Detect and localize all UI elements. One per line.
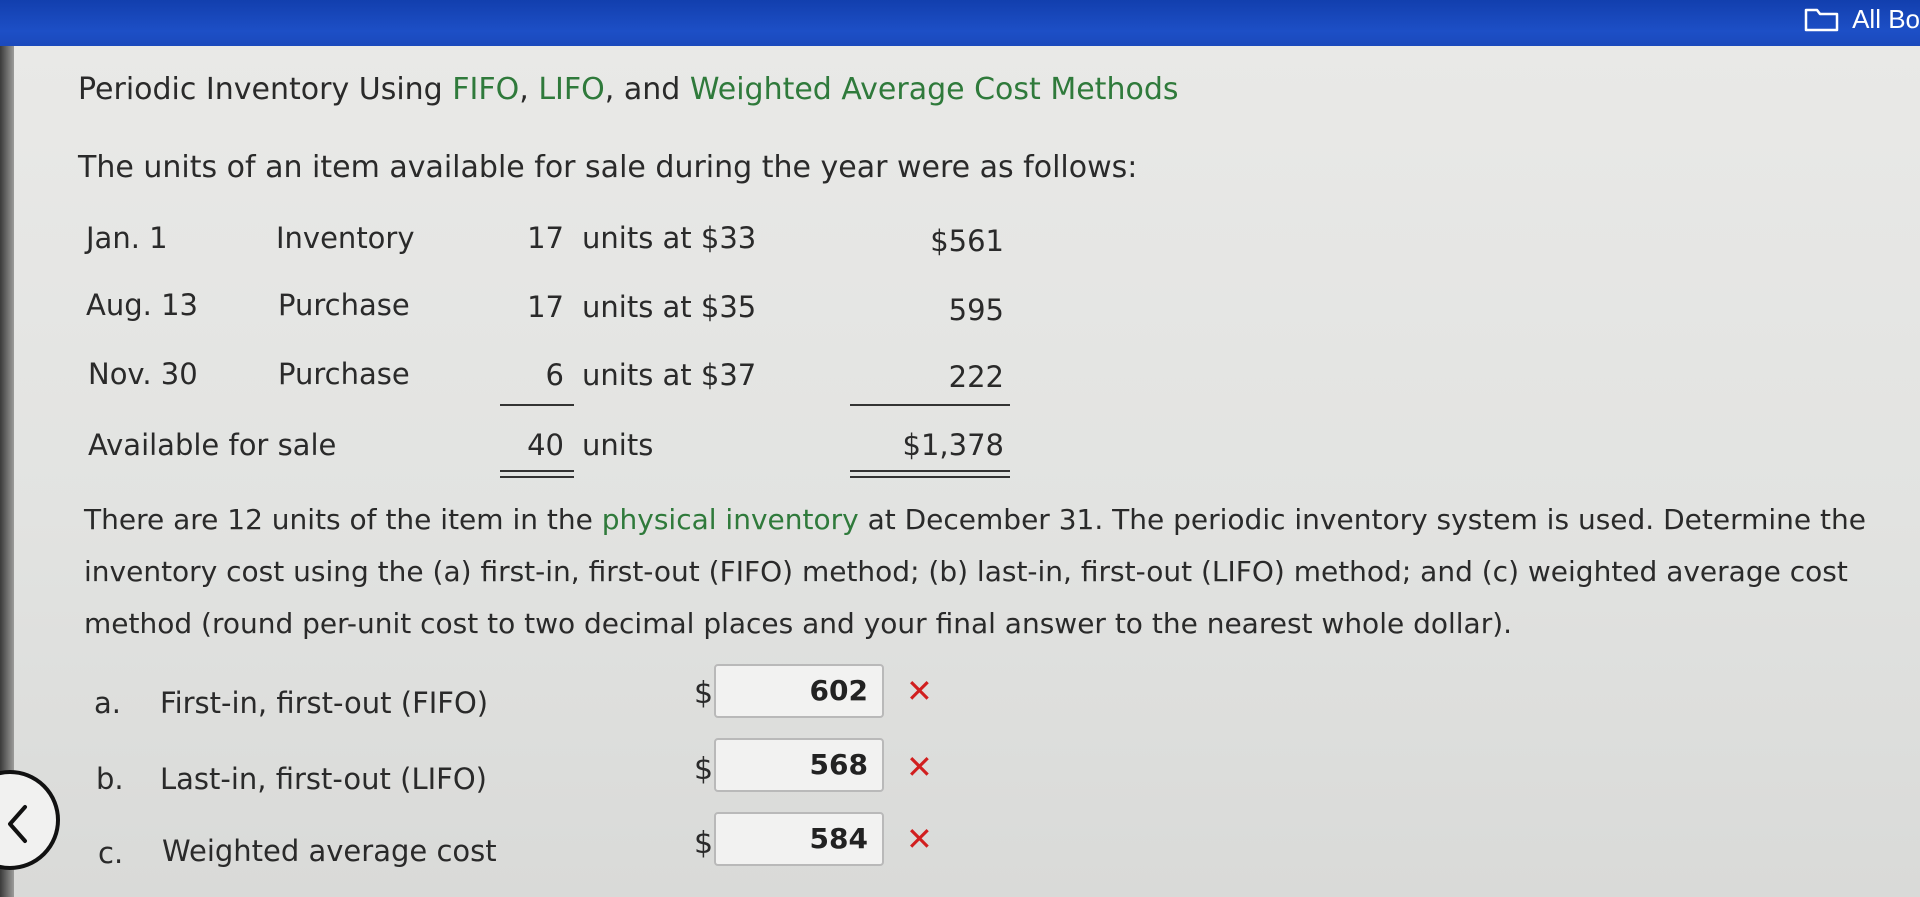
answer-label: Weighted average cost (162, 834, 497, 868)
all-books-button[interactable]: All Bo (1804, 0, 1920, 38)
row-date: Jan. 1 (86, 221, 168, 255)
row-date: Aug. 13 (86, 288, 198, 322)
cost-total-double-rule (850, 470, 1010, 472)
row-rate: units at $33 (582, 221, 757, 255)
total-units: 40 (527, 428, 564, 462)
row-description: Inventory (276, 221, 415, 255)
lifo-term-link[interactable]: LIFO (538, 72, 604, 107)
answer-letter: a. (94, 686, 121, 720)
row-units: 6 (545, 358, 564, 392)
total-label: Available for sale (88, 428, 337, 462)
row-rate: units at $35 (582, 290, 757, 324)
currency-symbol: $ (694, 826, 714, 861)
currency-symbol: $ (694, 676, 714, 711)
all-books-label: All Bo (1852, 3, 1920, 34)
units-subtotal-rule (500, 404, 574, 406)
row-description: Purchase (278, 357, 410, 391)
weighted-average-answer-input[interactable]: 584 (714, 812, 884, 866)
intro-text: The units of an item available for sale … (78, 150, 1138, 185)
cost-total-double-rule (850, 476, 1010, 478)
answer-label: Last-in, first-out (LIFO) (160, 762, 487, 796)
lifo-answer-input[interactable]: 568 (714, 738, 884, 792)
total-units-label: units (582, 428, 654, 462)
row-cost: $561 (930, 224, 1004, 258)
problem-text: There are 12 units of the item in the (84, 503, 602, 536)
fifo-answer-input[interactable]: 602 (714, 664, 884, 718)
row-units: 17 (527, 290, 564, 324)
physical-inventory-link[interactable]: physical inventory (602, 503, 859, 536)
problem-statement: There are 12 units of the item in the ph… (84, 494, 1920, 650)
weighted-average-term-link[interactable]: Weighted Average Cost Methods (690, 72, 1179, 107)
row-date: Nov. 30 (88, 357, 198, 391)
page-title: Periodic Inventory Using FIFO, LIFO, and… (78, 72, 1179, 107)
fifo-term-link[interactable]: FIFO (452, 72, 519, 107)
row-rate: units at $37 (582, 358, 757, 392)
row-cost: 222 (948, 360, 1004, 394)
answer-label: First-in, first-out (FIFO) (160, 686, 489, 720)
x-mark-icon: ✕ (906, 820, 933, 858)
cost-subtotal-rule (850, 404, 1010, 406)
answer-letter: b. (96, 762, 124, 796)
row-units: 17 (527, 221, 564, 255)
chevron-left-icon (8, 805, 27, 843)
x-mark-icon: ✕ (906, 748, 933, 786)
answer-letter: c. (98, 836, 124, 870)
title-prefix: Periodic Inventory Using (78, 72, 453, 107)
top-navigation-bar: All Bo (0, 0, 1920, 52)
units-total-double-rule (500, 476, 574, 478)
title-separator: , (519, 72, 539, 107)
row-cost: 595 (948, 293, 1004, 327)
x-mark-icon: ✕ (906, 672, 933, 710)
units-total-double-rule (500, 470, 574, 472)
title-separator: , and (604, 72, 690, 107)
total-cost: $1,378 (902, 428, 1004, 462)
currency-symbol: $ (694, 752, 714, 787)
row-description: Purchase (278, 288, 410, 322)
folder-icon (1804, 5, 1840, 33)
